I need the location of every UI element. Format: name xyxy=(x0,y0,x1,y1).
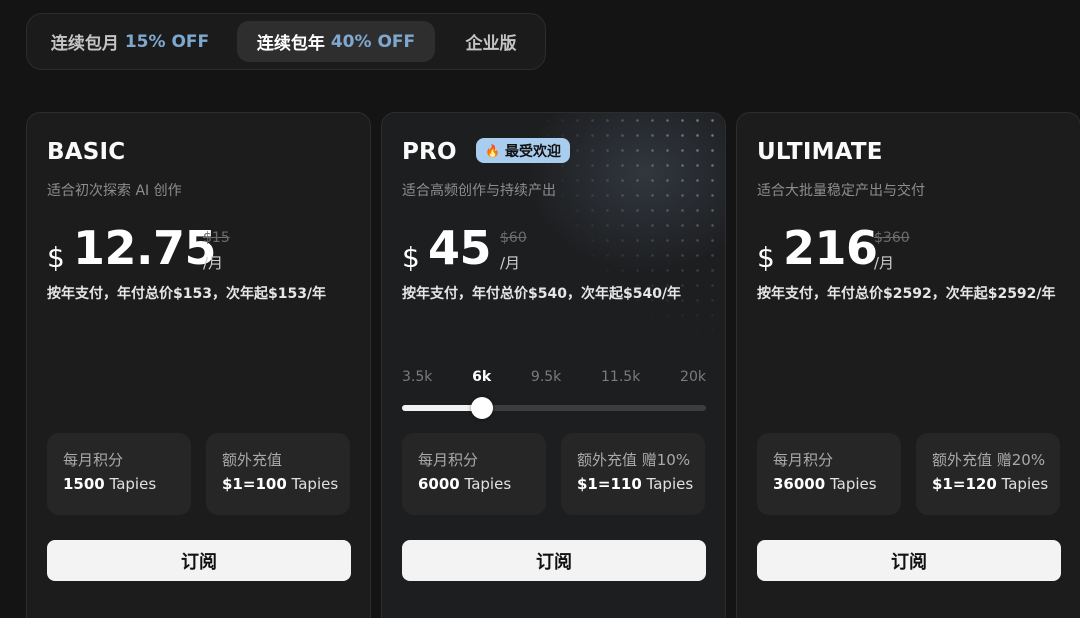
topup-rate: $1=120 xyxy=(932,475,997,493)
monthly-credits-box: 每月积分 1500 Tapies xyxy=(47,433,191,515)
plan-description: 适合高频创作与持续产出 xyxy=(402,183,556,199)
topup-unit: Tapies xyxy=(291,475,339,493)
pricing-page: 连续包月 15% OFF 连续包年 40% OFF 企业版 BASIC 适合初次… xyxy=(0,0,1080,618)
topup-value: $1=100 Tapies xyxy=(222,475,338,493)
slider-tick-selected[interactable]: 6k xyxy=(472,369,491,389)
billing-note: 按年支付，年付总价$153，次年起$153/年 xyxy=(47,286,327,302)
topup-title: 额外充值 赠20% xyxy=(932,451,1046,469)
plan-name: BASIC xyxy=(47,139,126,165)
topup-rate: $1=110 xyxy=(577,475,642,493)
original-price: $15 xyxy=(203,230,230,246)
topup-value: $1=110 Tapies xyxy=(577,475,693,493)
credits-unit: Tapies xyxy=(829,475,877,493)
currency-symbol: $ xyxy=(757,241,775,274)
subscribe-button-ultimate[interactable]: 订阅 xyxy=(757,540,1061,581)
credits-slider-ticks: 3.5k 6k 9.5k 11.5k 20k xyxy=(402,369,706,389)
original-price: $60 xyxy=(500,230,527,246)
monthly-credits-title: 每月积分 xyxy=(773,451,834,469)
monthly-credits-title: 每月积分 xyxy=(418,451,479,469)
slider-tick[interactable]: 20k xyxy=(680,369,706,389)
slider-tick[interactable]: 11.5k xyxy=(601,369,640,389)
monthly-credits-title: 每月积分 xyxy=(63,451,124,469)
tab-yearly-discount: 40% OFF xyxy=(330,31,416,52)
topup-box: 额外充值 赠10% $1=110 Tapies xyxy=(561,433,705,515)
plan-description: 适合大批量稳定产出与交付 xyxy=(757,183,925,199)
plan-price: 12.75 xyxy=(73,221,217,275)
topup-value: $1=120 Tapies xyxy=(932,475,1048,493)
slider-tick[interactable]: 3.5k xyxy=(402,369,432,389)
slider-tick[interactable]: 9.5k xyxy=(531,369,561,389)
credits-amount: 36000 xyxy=(773,475,826,493)
credits-unit: Tapies xyxy=(464,475,512,493)
subscribe-button-pro[interactable]: 订阅 xyxy=(402,540,706,581)
credits-amount: 6000 xyxy=(418,475,460,493)
credits-amount: 1500 xyxy=(63,475,105,493)
subscribe-button-basic[interactable]: 订阅 xyxy=(47,540,351,581)
tab-monthly-discount: 15% OFF xyxy=(124,31,210,52)
fire-icon: 🔥 xyxy=(485,143,500,158)
plan-description: 适合初次探索 AI 创作 xyxy=(47,183,182,199)
tab-yearly[interactable]: 连续包年 40% OFF xyxy=(237,21,435,62)
monthly-credits-value: 36000 Tapies xyxy=(773,475,877,493)
plan-name: PRO xyxy=(402,139,457,165)
plan-card-ultimate: ULTIMATE 适合大批量稳定产出与交付 $ 216 $360 /月 按年支付… xyxy=(736,112,1080,618)
credits-slider-fill xyxy=(402,405,482,411)
credits-unit: Tapies xyxy=(109,475,157,493)
original-price: $360 xyxy=(874,230,910,246)
topup-rate: $1=100 xyxy=(222,475,287,493)
topup-unit: Tapies xyxy=(646,475,694,493)
billing-note: 按年支付，年付总价$2592，次年起$2592/年 xyxy=(757,286,1056,302)
price-unit: /月 xyxy=(500,254,521,272)
price-unit: /月 xyxy=(203,254,224,272)
monthly-credits-value: 1500 Tapies xyxy=(63,475,156,493)
tab-monthly[interactable]: 连续包月 15% OFF xyxy=(45,21,215,62)
credits-slider-thumb[interactable] xyxy=(470,397,493,419)
topup-box: 额外充值 赠20% $1=120 Tapies xyxy=(916,433,1060,515)
billing-note: 按年支付，年付总价$540，次年起$540/年 xyxy=(402,286,682,302)
tab-enterprise-label: 企业版 xyxy=(465,34,517,54)
plan-card-basic: BASIC 适合初次探索 AI 创作 $ 12.75 $15 /月 按年支付，年… xyxy=(26,112,371,618)
tab-monthly-label: 连续包月 xyxy=(50,34,119,54)
plan-price: 216 xyxy=(783,221,878,275)
billing-period-tabs: 连续包月 15% OFF 连续包年 40% OFF 企业版 xyxy=(26,13,546,70)
tab-yearly-label: 连续包年 xyxy=(256,34,325,54)
topup-title: 额外充值 xyxy=(222,451,283,469)
plan-price: 45 xyxy=(428,221,492,275)
plan-card-pro: PRO 🔥 最受欢迎 适合高频创作与持续产出 $ 45 $60 /月 按年支付，… xyxy=(381,112,726,618)
monthly-credits-box: 每月积分 6000 Tapies xyxy=(402,433,546,515)
credits-slider-track[interactable] xyxy=(402,397,706,419)
currency-symbol: $ xyxy=(402,241,420,274)
currency-symbol: $ xyxy=(47,241,65,274)
topup-unit: Tapies xyxy=(1001,475,1049,493)
price-unit: /月 xyxy=(874,254,895,272)
topup-title: 额外充值 赠10% xyxy=(577,451,691,469)
topup-box: 额外充值 $1=100 Tapies xyxy=(206,433,350,515)
plan-name: ULTIMATE xyxy=(757,139,883,165)
tab-enterprise[interactable]: 企业版 xyxy=(445,21,537,62)
popular-badge: 🔥 最受欢迎 xyxy=(476,138,570,163)
monthly-credits-box: 每月积分 36000 Tapies xyxy=(757,433,901,515)
monthly-credits-value: 6000 Tapies xyxy=(418,475,511,493)
popular-badge-label: 最受欢迎 xyxy=(504,143,561,160)
